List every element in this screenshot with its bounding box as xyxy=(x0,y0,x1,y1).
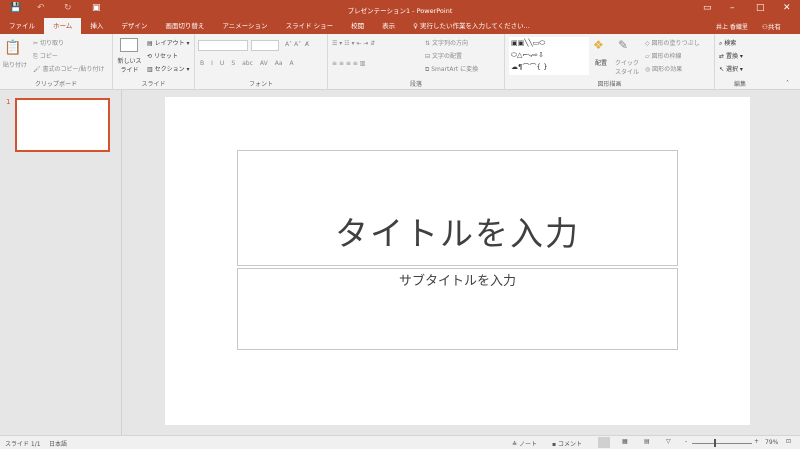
language[interactable]: 日本語 xyxy=(49,439,67,448)
quick-styles-icon: ✎ xyxy=(618,38,629,52)
status-bar: スライド 1/1 日本語 ≜ ノート ▪ コメント ▦ ▤ ▽ - + 79% … xyxy=(0,435,800,449)
text-direction-button[interactable]: ⇅ 文字列の方向 xyxy=(425,38,468,47)
arrange-button[interactable]: 配置 xyxy=(595,58,607,67)
notes-button[interactable]: ≜ ノート xyxy=(512,439,537,448)
fit-slide-button[interactable]: ⊡ xyxy=(786,438,791,445)
drawing-label: 図形描画 xyxy=(597,81,622,88)
user-name[interactable]: 井上 香織里 xyxy=(716,22,748,31)
replace-button[interactable]: ⇄ 置換 ▾ xyxy=(719,51,743,60)
paragraph-label: 段落 xyxy=(409,81,422,88)
paragraph-group: ☰ ▾ ☷ ▾ ⇤ ⇥ ⇵ ≡ ≡ ≡ ≡ ▥ ⇅ 文字列の方向 ⊟ 文字の配置… xyxy=(328,34,505,90)
lightbulb-icon: ♀ xyxy=(413,22,420,30)
zoom-level[interactable]: 79% xyxy=(765,439,778,446)
zoom-slider-thumb[interactable] xyxy=(714,439,716,447)
list-buttons[interactable]: ☰ ▾ ☷ ▾ ⇤ ⇥ ⇵ xyxy=(332,40,375,47)
shapes-gallery[interactable]: ▣▣╲╲▭⬭ ⬭△⌐⤷⇨⇩ ☁¶⌒⌒{ } xyxy=(509,37,589,75)
align-buttons[interactable]: ≡ ≡ ≡ ≡ ▥ xyxy=(332,60,365,67)
reset-button[interactable]: ⟲ リセット xyxy=(147,51,178,60)
thumbnail-number: 1 xyxy=(6,98,11,106)
zoom-in-button[interactable]: + xyxy=(754,438,759,445)
ribbon-tabs: ファイル ホーム 挿入 デザイン 画面切り替え アニメーション スライド ショー… xyxy=(0,18,800,34)
format-painter-button[interactable]: 🖌 書式のコピー/貼り付け xyxy=(33,64,105,73)
shape-outline-button[interactable]: ▱ 図形の枠線 xyxy=(645,51,682,60)
copy-button[interactable]: ⎘ コピー xyxy=(33,51,58,61)
font-label: フォント xyxy=(248,81,273,88)
slide-count: スライド 1/1 xyxy=(5,441,41,448)
new-slide-button[interactable]: 新しいスライド xyxy=(117,56,142,74)
paste-icon: 📋 xyxy=(4,40,22,56)
drawing-group: ▣▣╲╲▭⬭ ⬭△⌐⤷⇨⇩ ☁¶⌒⌒{ } ❖ 配置 ✎ クイック スタイル ◇ 図… xyxy=(505,34,715,90)
font-size-input[interactable] xyxy=(251,40,279,51)
shape-effects-button[interactable]: ◎ 図形の効果 xyxy=(645,64,682,73)
maximize-icon[interactable]: □ xyxy=(756,3,765,13)
tell-me-box[interactable]: ♀ 実行したい作業を入力してください... xyxy=(404,18,539,34)
title-bar: 💾 ↶ ↻ ▣ プレゼンテーション1 - PowerPoint ▭ – □ ✕ xyxy=(0,0,800,18)
italic-button[interactable]: I xyxy=(211,60,213,67)
arrange-icon: ❖ xyxy=(593,38,604,52)
font-group: A˄ A˅ A̸ B I U S abc AV Aa A フォント xyxy=(195,34,328,90)
shape-fill-button[interactable]: ◇ 図形の塗りつぶし xyxy=(645,38,700,47)
reading-view-button[interactable]: ▤ xyxy=(644,438,650,445)
new-slide-icon xyxy=(120,38,138,52)
font-color-button[interactable]: A xyxy=(290,60,294,67)
ribbon-display-icon[interactable]: ▭ xyxy=(703,3,712,13)
slide-thumbnail[interactable] xyxy=(15,98,110,152)
spacing-button[interactable]: AV xyxy=(260,60,268,67)
normal-view-button[interactable] xyxy=(598,437,610,448)
tab-view[interactable]: 表示 xyxy=(373,18,404,34)
section-button[interactable]: ▥ セクション ▾ xyxy=(147,64,190,73)
zoom-out-button[interactable]: - xyxy=(685,438,687,445)
change-case-button[interactable]: Aa xyxy=(275,60,283,67)
cut-button[interactable]: ✂ 切り取り xyxy=(33,38,64,47)
tab-file[interactable]: ファイル xyxy=(0,18,44,34)
replace-icon: ⇄ xyxy=(719,53,725,60)
title-placeholder[interactable]: タイトルを入力 xyxy=(237,150,678,266)
font-format-buttons: B I U S abc AV Aa A xyxy=(200,60,294,67)
tab-transitions[interactable]: 画面切り替え xyxy=(156,18,213,34)
slides-group: 新しいスライド ▤ レイアウト ▾ ⟲ リセット ▥ セクション ▾ スライド xyxy=(113,34,195,90)
slideshow-button[interactable]: ▽ xyxy=(666,438,671,445)
underline-button[interactable]: U xyxy=(220,60,224,67)
shadow-button[interactable]: S xyxy=(231,60,235,67)
tab-home[interactable]: ホーム xyxy=(44,18,82,34)
minimize-icon[interactable]: – xyxy=(730,3,735,13)
slide-canvas: タイトルを入力 サブタイトルを入力 xyxy=(165,97,750,425)
layout-button[interactable]: ▤ レイアウト ▾ xyxy=(147,38,190,47)
cursor-icon: ↖ xyxy=(719,66,725,73)
comments-button[interactable]: ▪ コメント xyxy=(552,439,582,448)
search-icon: ⌕ xyxy=(719,40,723,47)
editing-group: ⌕ 検索 ⇄ 置換 ▾ ↖ 選択 ▾ 編集 xyxy=(715,34,765,90)
ribbon: 📋 貼り付け ✂ 切り取り ⎘ コピー 🖌 書式のコピー/貼り付け クリップボー… xyxy=(0,34,800,90)
tab-insert[interactable]: 挿入 xyxy=(81,18,112,34)
paste-button[interactable]: 貼り付け xyxy=(3,60,27,69)
editing-label: 編集 xyxy=(733,81,746,88)
font-name-input[interactable] xyxy=(198,40,248,51)
clipboard-label: クリップボード xyxy=(34,81,77,88)
window-title: プレゼンテーション1 - PowerPoint xyxy=(347,7,453,15)
font-size-buttons[interactable]: A˄ A˅ A̸ xyxy=(285,41,309,48)
find-button[interactable]: ⌕ 検索 xyxy=(719,38,736,48)
clipboard-group: 📋 貼り付け ✂ 切り取り ⎘ コピー 🖌 書式のコピー/貼り付け クリップボー… xyxy=(0,34,113,90)
tab-animations[interactable]: アニメーション xyxy=(213,18,276,34)
strikethrough-button[interactable]: abc xyxy=(242,60,253,67)
smartart-button[interactable]: ⧉ SmartArt に変換 xyxy=(425,64,478,74)
collapse-ribbon-icon[interactable]: ˄ xyxy=(786,80,789,87)
quick-styles-button[interactable]: クイック スタイル xyxy=(613,58,641,76)
slides-label: スライド xyxy=(141,81,166,88)
tab-review[interactable]: 校閲 xyxy=(342,18,373,34)
align-text-button[interactable]: ⊟ 文字の配置 xyxy=(425,51,462,60)
share-button[interactable]: ⚇共有 xyxy=(762,21,781,31)
zoom-slider[interactable] xyxy=(692,443,752,444)
bold-button[interactable]: B xyxy=(200,60,204,67)
slide-thumbnail-pane: 1 xyxy=(0,90,122,435)
tab-slideshow[interactable]: スライド ショー xyxy=(277,18,343,34)
select-button[interactable]: ↖ 選択 ▾ xyxy=(719,64,743,73)
slide-sorter-button[interactable]: ▦ xyxy=(622,438,628,445)
subtitle-placeholder[interactable]: サブタイトルを入力 xyxy=(237,268,678,350)
close-icon[interactable]: ✕ xyxy=(783,3,791,13)
tab-design[interactable]: デザイン xyxy=(112,18,156,34)
